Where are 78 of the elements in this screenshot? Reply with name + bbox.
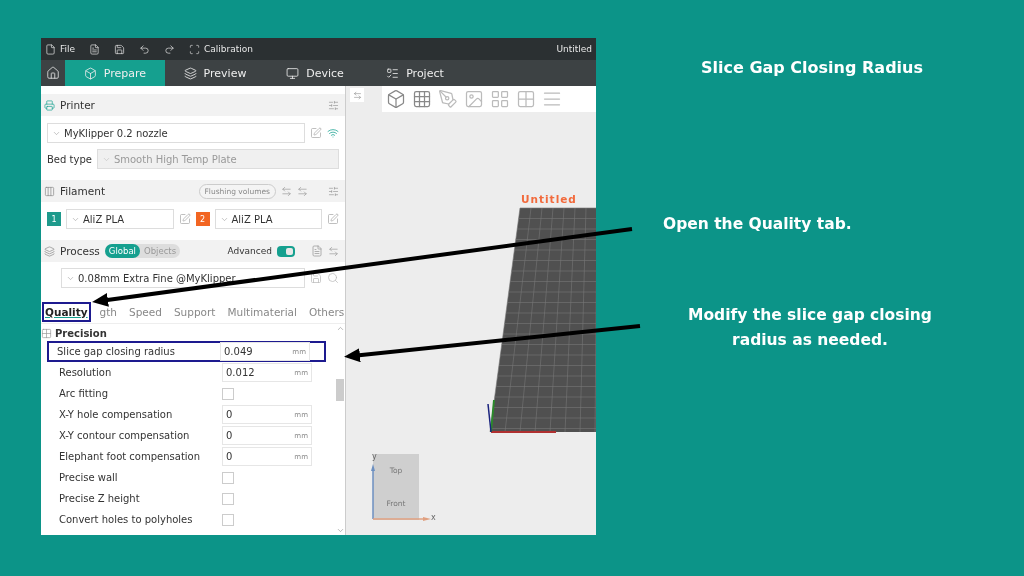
edit-icon: [327, 213, 339, 225]
main-tab[interactable]: Project: [365, 60, 465, 86]
process-select[interactable]: 0.08mm Extra Fine @MyKlipper: [61, 268, 305, 288]
search-icon: [327, 272, 339, 284]
checkbox[interactable]: [222, 471, 234, 484]
chevron-down-icon: [335, 526, 345, 535]
settings-tab[interactable]: gth: [96, 302, 120, 322]
monitor-icon: [286, 66, 300, 80]
setting-label: Arc fitting: [59, 388, 109, 399]
setting-label: Precise Z height: [59, 493, 141, 504]
grid-icon: [412, 89, 432, 109]
save-icon: [114, 43, 126, 55]
grid-icon: [41, 328, 52, 339]
document-icon: [89, 43, 101, 55]
axis-label: y: [372, 452, 377, 461]
cube-icon: [386, 89, 406, 109]
redo-icon: [164, 43, 176, 55]
edit-icon: [310, 127, 322, 139]
save-icon: [310, 272, 322, 284]
section-title: Process: [60, 245, 100, 257]
group-title: Precision: [55, 328, 107, 339]
arrows-icon: [352, 90, 362, 100]
main-tab[interactable]: Device: [265, 60, 365, 86]
settings-icon: [328, 99, 339, 111]
slide-title: Slice Gap Closing Radius: [700, 58, 924, 77]
step-text: Open the Quality tab.: [663, 215, 853, 233]
edit-icon: [178, 213, 191, 225]
settings-tab[interactable]: Speed: [126, 302, 165, 322]
file-icon: [45, 43, 56, 55]
home-icon: [46, 66, 60, 80]
cube-icon: [83, 66, 97, 80]
layout-icon: [490, 89, 510, 109]
scrollbar-thumb[interactable]: [336, 379, 344, 401]
advanced-toggle[interactable]: [277, 245, 295, 257]
setting-label: Precise wall: [59, 472, 119, 483]
bed-type-label: Bed type: [47, 153, 92, 165]
setting-label: Elephant foot compensation: [59, 451, 202, 462]
step-text: Modify the slice gap closing radius as needed.: [687, 305, 933, 351]
calibration-menu[interactable]: Calibration: [189, 43, 254, 55]
setting-label: Resolution: [59, 367, 113, 378]
layers-icon: [44, 245, 55, 257]
setting-label: Slice gap closing radius: [57, 346, 176, 357]
plate-label: Untitled: [521, 193, 577, 205]
grid-icon: [516, 89, 536, 109]
filament-select[interactable]: AliZ PLA: [66, 209, 174, 229]
setting-label: X-Y hole compensation: [59, 409, 174, 420]
collapse-button[interactable]: [350, 88, 364, 102]
scrollbar[interactable]: [335, 324, 345, 535]
pen-icon: [438, 89, 458, 109]
undo-icon: [139, 43, 151, 55]
window-title: Untitled: [556, 44, 592, 54]
layers-icon: [183, 66, 197, 80]
list-icon: [386, 66, 400, 80]
settings-tab[interactable]: Support: [170, 302, 219, 322]
filament-select[interactable]: AliZ PLA: [214, 209, 322, 229]
wifi-icon: [327, 127, 339, 139]
printer-icon: [44, 99, 55, 111]
frame-icon: [189, 43, 201, 55]
section-title: Printer: [60, 99, 95, 111]
checkbox[interactable]: [222, 387, 234, 400]
compare-icon: [328, 245, 339, 257]
checkbox[interactable]: [222, 513, 234, 526]
settings-tab[interactable]: Multimaterial: [224, 302, 300, 322]
settings-tab[interactable]: Others: [305, 302, 348, 322]
section-title: Filament: [60, 185, 105, 197]
settings-tab[interactable]: Quality: [42, 302, 91, 322]
setting-label: X-Y contour compensation: [59, 430, 191, 441]
printer-select[interactable]: MyKlipper 0.2 nozzle: [47, 123, 305, 143]
main-tab[interactable]: Preview: [165, 60, 265, 86]
checkbox[interactable]: [222, 492, 234, 505]
axis-label: x: [431, 513, 436, 522]
advanced-label: Advanced: [227, 246, 272, 256]
setting-label: Convert holes to polyholes: [59, 514, 194, 525]
chevron-up-icon: [335, 324, 345, 333]
file-menu[interactable]: File: [45, 43, 76, 55]
document-icon: [311, 245, 323, 257]
settings-icon: [328, 185, 339, 197]
image-icon: [464, 89, 484, 109]
